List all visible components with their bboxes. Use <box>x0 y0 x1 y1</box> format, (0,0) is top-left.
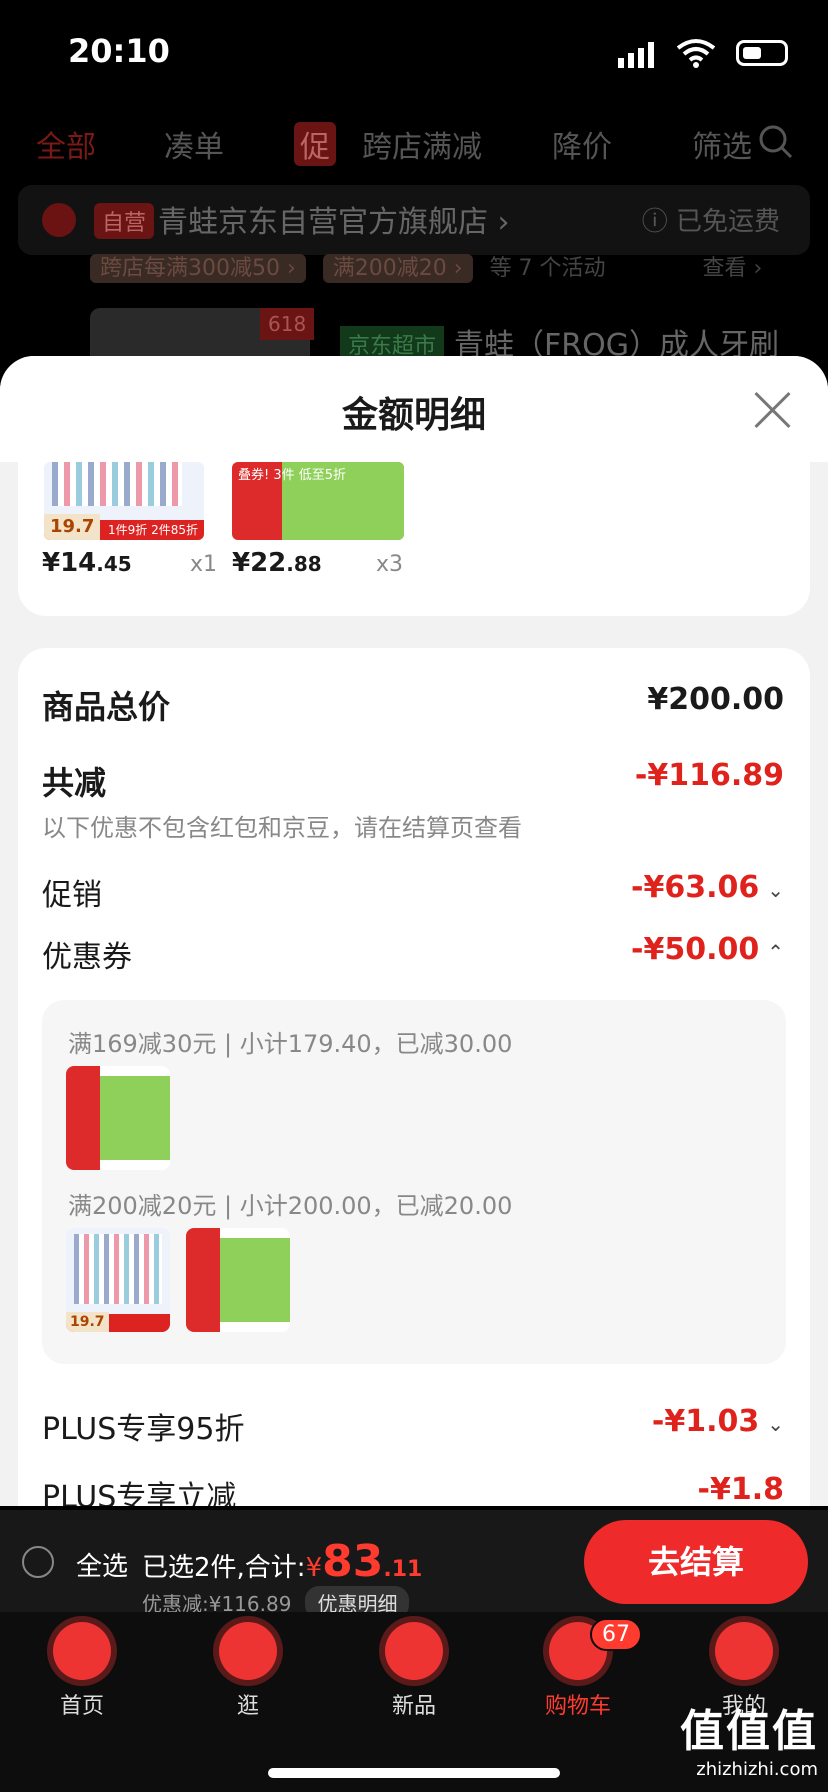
tab-browse[interactable]: 逛 <box>188 1622 308 1720</box>
tab-home[interactable]: 首页 <box>22 1622 142 1720</box>
reduce-value: -¥116.89 <box>634 758 784 793</box>
sheet-header: 金额明细 <box>0 356 828 462</box>
bottom-tab-bar: 首页 逛 新品 购物车 67 我的 值值值 zhizhizhi.com <box>0 1612 828 1792</box>
amount-breakdown-card: 商品总价 ¥200.00 共减 -¥116.89 以下优惠不包含红包和京豆，请在… <box>18 648 810 1506</box>
tab-bundle[interactable]: 凑单 <box>164 122 224 166</box>
wifi-icon <box>676 39 716 68</box>
tab-new[interactable]: 新品 <box>354 1622 474 1720</box>
profile-icon <box>715 1622 773 1680</box>
amount-detail-sheet: 金额明细 1件9折 2件85折 19.7 叠券! 3件 低至5折 ¥14.45 … <box>0 356 828 1506</box>
coupon-row-value[interactable]: -¥50.00 ⌃ <box>631 932 784 967</box>
select-all-radio[interactable] <box>22 1546 54 1578</box>
toothbrush-product-image: 1件9折 2件85折 19.7 <box>44 462 204 540</box>
promo-chip[interactable]: 满200减20 › <box>322 254 473 283</box>
sheet-title: 金额明细 <box>341 395 486 436</box>
plus-instant-value: -¥1.8 <box>697 1472 784 1506</box>
cellular-signal-icon <box>618 42 654 68</box>
browse-icon <box>219 1622 277 1680</box>
cart-background: 全部 凑单 促 跨店满减 降价 筛选 自营 青蛙京东自营官方旗舰店 › ⓘ 已免… <box>0 100 828 368</box>
tab-price-drop[interactable]: 降价 <box>552 122 612 166</box>
tab-cross-store[interactable]: 跨店满减 <box>362 122 482 166</box>
plus-instant-label: PLUS专享立减 <box>42 1480 237 1506</box>
store-row: 自营 青蛙京东自营官方旗舰店 › ⓘ 已免运费 <box>18 185 810 255</box>
promo-row-value[interactable]: -¥63.06 ⌄ <box>631 870 784 905</box>
checkout-button[interactable]: 去结算 <box>584 1520 808 1604</box>
promo-chip[interactable]: 跨店每满300减50 › <box>90 254 306 283</box>
filter-tabs: 全部 凑单 促 跨店满减 降价 筛选 <box>0 122 828 182</box>
store-checkbox[interactable] <box>42 203 76 237</box>
shipping-status: ⓘ 已免运费 <box>641 207 780 237</box>
image-promo-text: 叠券! 3件 低至5折 <box>238 468 347 483</box>
promo-label[interactable]: 促销 <box>42 870 102 914</box>
self-operated-tag: 自营 <box>94 203 155 239</box>
plus-discount-label[interactable]: PLUS专享95折 <box>42 1404 245 1448</box>
item-price: ¥14.45 <box>42 548 132 578</box>
plus-discount-value[interactable]: -¥1.03 ⌄ <box>652 1404 784 1439</box>
promo-tag: 促 <box>294 122 336 166</box>
select-all-label[interactable]: 全选 <box>76 1546 128 1583</box>
toothbrush-product-thumb: 19.7 <box>66 1228 170 1332</box>
reduce-label: 共减 <box>42 764 107 802</box>
store-name[interactable]: 青蛙京东自营官方旗舰店 › <box>158 197 510 241</box>
coupon-label[interactable]: 优惠券 <box>42 932 132 976</box>
promo-count: 等 7 个活动 <box>489 256 606 281</box>
cart-badge: 67 <box>590 1618 642 1651</box>
watermark: 值值值 zhizhizhi.com <box>680 1706 818 1780</box>
total-value: ¥200.00 <box>647 682 784 717</box>
item-price: ¥22.88 <box>232 548 322 578</box>
tissue-product-image: 叠券! 3件 低至5折 <box>232 462 404 540</box>
total-label: 商品总价 <box>42 688 171 726</box>
coupon-detail-box: 满169减30元 | 小计179.40，已减30.00 满200减20元 | 小… <box>42 1000 786 1364</box>
tab-all[interactable]: 全部 <box>36 122 96 166</box>
items-card: 1件9折 2件85折 19.7 叠券! 3件 低至5折 ¥14.45 x1 ¥2… <box>18 462 810 616</box>
status-time: 20:10 <box>68 32 170 70</box>
badge-618: 618 <box>260 308 315 340</box>
store-promos: 跨店每满300减50 › 满200减20 › 等 7 个活动 查看 › <box>90 250 763 283</box>
coupon-group-desc: 满200减20元 | 小计200.00，已减20.00 <box>68 1192 513 1220</box>
search-icon[interactable] <box>758 124 794 160</box>
battery-icon <box>736 40 788 66</box>
tab-filter[interactable]: 筛选 <box>692 122 752 166</box>
home-icon <box>53 1622 111 1680</box>
promo-view-link[interactable]: 查看 › <box>703 256 763 281</box>
chevron-down-icon: ⌄ <box>767 878 784 902</box>
coupon-group-desc: 满169减30元 | 小计179.40，已减30.00 <box>68 1030 513 1058</box>
tissue-product-thumb <box>186 1228 290 1332</box>
chevron-up-icon: ⌃ <box>767 940 784 964</box>
checkout-bar: 全选 已选2件,合计:¥83.11 优惠减:¥116.89 优惠明细 去结算 <box>0 1510 828 1619</box>
chevron-down-icon: ⌄ <box>767 1412 784 1436</box>
item-quantity: x3 <box>376 552 404 577</box>
home-indicator[interactable] <box>268 1768 560 1778</box>
close-icon[interactable] <box>752 390 792 430</box>
new-products-icon <box>385 1622 443 1680</box>
total-summary: 已选2件,合计:¥83.11 <box>142 1536 423 1587</box>
total-amount: 83 <box>322 1536 384 1587</box>
status-bar: 20:10 <box>0 0 828 100</box>
reduce-note: 以下优惠不包含红包和京豆，请在结算页查看 <box>42 814 522 842</box>
tissue-product-thumb <box>66 1066 170 1170</box>
image-price: 19.7 <box>44 514 101 540</box>
item-quantity: x1 <box>190 552 218 577</box>
